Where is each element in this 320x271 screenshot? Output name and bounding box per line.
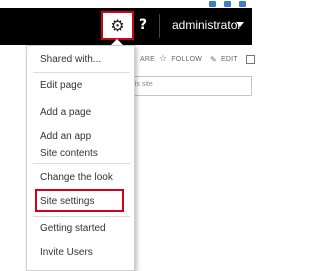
menu-item-edit-page[interactable]: Edit page bbox=[40, 80, 82, 91]
suite-bar-divider bbox=[159, 14, 160, 38]
menu-item-site-contents[interactable]: Site contents bbox=[40, 148, 98, 159]
menu-item-add-page[interactable]: Add a page bbox=[40, 107, 91, 118]
menu-item-add-app[interactable]: Add an app bbox=[40, 131, 91, 142]
search-box[interactable]: this site bbox=[118, 76, 252, 96]
pencil-icon: ✎ bbox=[210, 54, 217, 64]
gear-icon[interactable] bbox=[239, 1, 246, 7]
top-icons bbox=[209, 0, 246, 8]
menu-item-invite-users[interactable]: Invite Users bbox=[40, 247, 93, 258]
follow-button[interactable]: FOLLOW bbox=[171, 56, 202, 63]
help-button[interactable]: ? bbox=[139, 17, 147, 33]
page-actions: ARE ☆ FOLLOW ✎ EDIT bbox=[140, 52, 255, 66]
menu-item-site-settings[interactable]: Site settings bbox=[40, 196, 94, 207]
user-menu[interactable]: administrator bbox=[172, 18, 241, 32]
focus-icon[interactable] bbox=[245, 54, 255, 64]
menu-item-change-look[interactable]: Change the look bbox=[40, 172, 113, 183]
settings-button[interactable]: ⚙ bbox=[101, 11, 134, 40]
gear-icon: ⚙ bbox=[110, 15, 125, 35]
home-icon[interactable] bbox=[209, 1, 216, 7]
menu-divider bbox=[33, 216, 130, 217]
share-button[interactable]: ARE bbox=[140, 56, 155, 63]
star-icon[interactable] bbox=[224, 1, 231, 7]
star-icon: ☆ bbox=[159, 54, 168, 64]
top-strip bbox=[0, 0, 252, 8]
menu-divider bbox=[33, 163, 130, 164]
settings-menu: Shared with... Edit page Add a page Add … bbox=[26, 45, 135, 271]
chevron-down-icon[interactable] bbox=[236, 22, 244, 27]
menu-item-getting-started[interactable]: Getting started bbox=[40, 223, 106, 234]
menu-divider bbox=[33, 72, 130, 73]
edit-button[interactable]: EDIT bbox=[221, 56, 238, 63]
menu-item-shared-with[interactable]: Shared with... bbox=[40, 54, 101, 65]
